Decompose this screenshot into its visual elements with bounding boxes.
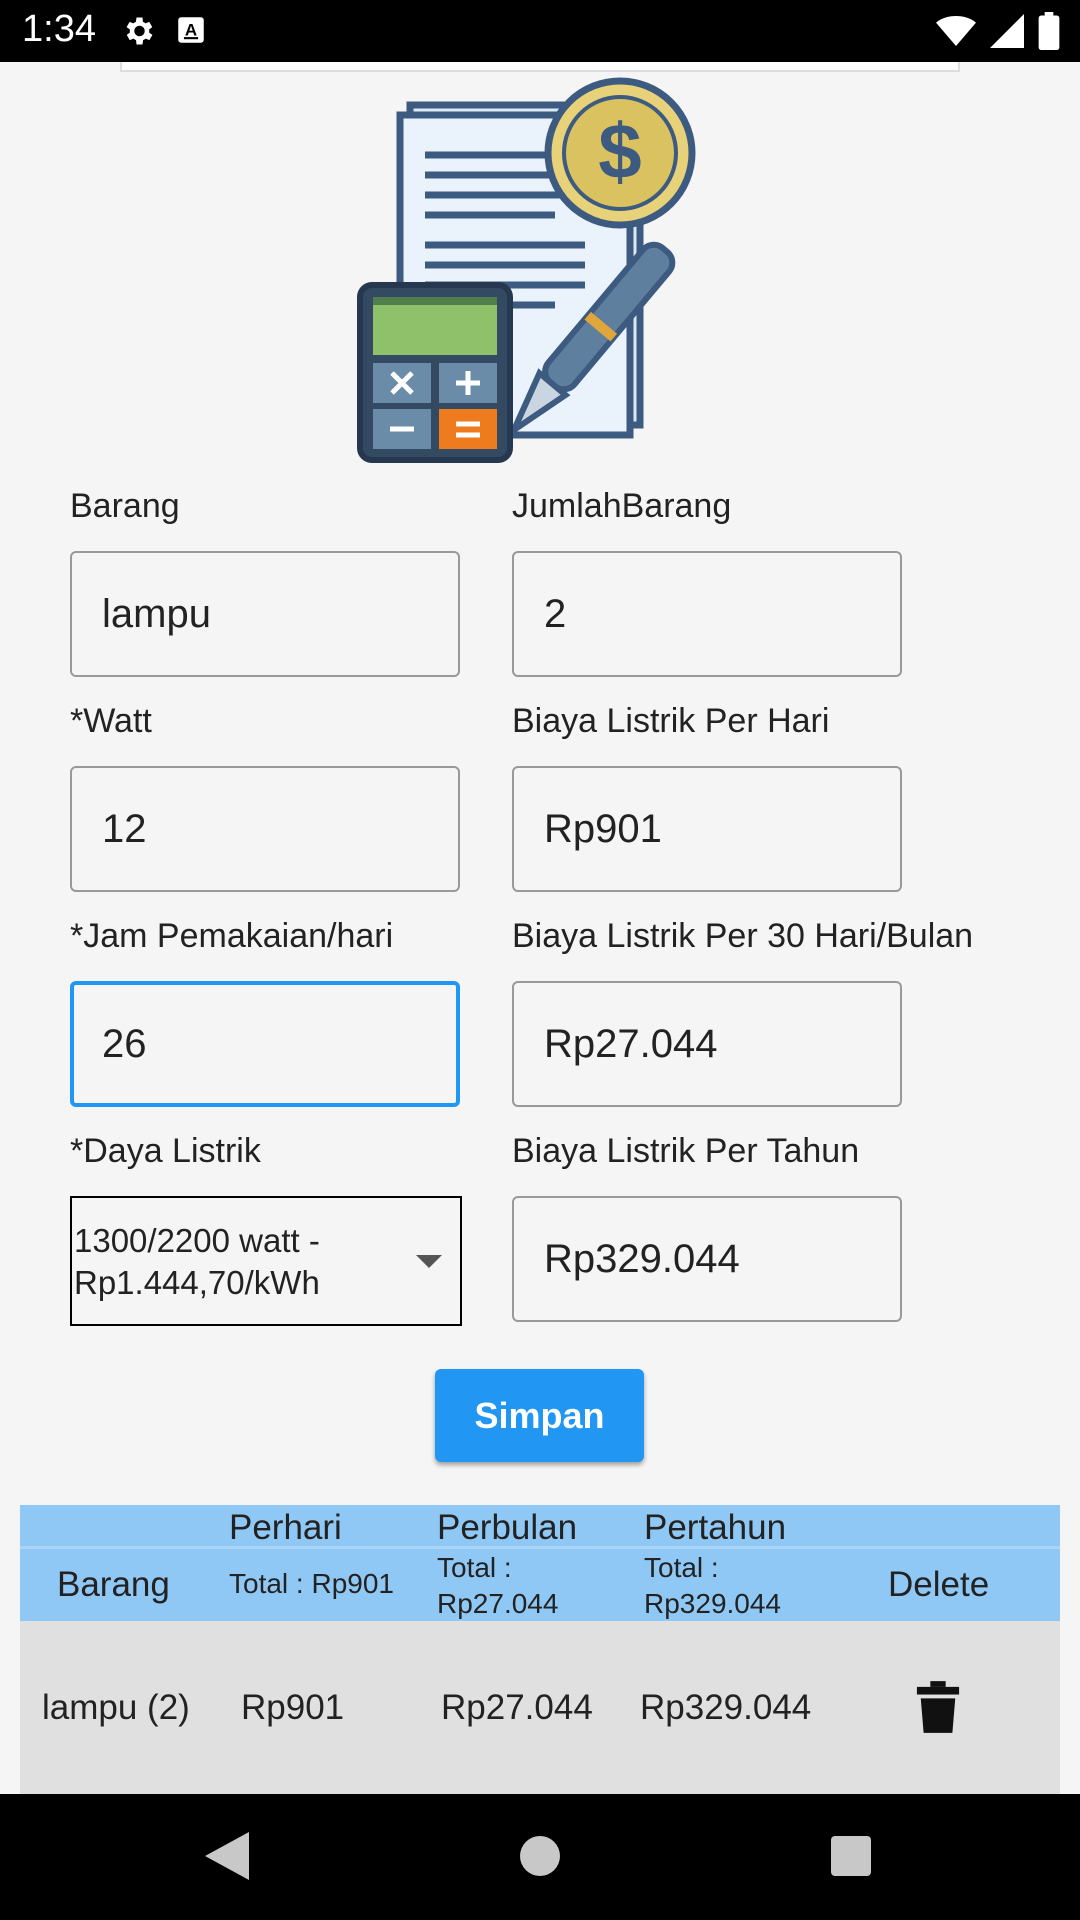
signal-icon — [990, 14, 1024, 48]
dropdown-arrow-icon — [416, 1255, 442, 1268]
navigation-bar — [0, 1794, 1080, 1920]
watt-label: *Watt — [70, 702, 152, 740]
svg-text:A: A — [185, 21, 197, 40]
biaya-per-bulan-field[interactable]: Rp27.044 — [512, 981, 902, 1107]
barang-value: lampu — [102, 592, 211, 636]
cell-barang: lampu (2) — [42, 1688, 190, 1727]
jam-pemakaian-input[interactable]: 26 — [70, 981, 460, 1107]
jumlah-barang-input[interactable]: 2 — [512, 551, 902, 677]
biaya-per-bulan-label: Biaya Listrik Per 30 Hari/Bulan — [512, 917, 974, 955]
barang-input[interactable]: lampu — [70, 551, 460, 677]
cell-perbulan: Rp27.044 — [441, 1688, 593, 1727]
jumlah-barang-value: 2 — [544, 592, 567, 636]
status-time: 1:34 — [22, 8, 96, 50]
gear-icon — [126, 17, 153, 45]
daya-listrik-selected: 1300/2200 watt - Rp1.444,70/kWh — [74, 1222, 320, 1301]
table-row: lampu (2) Rp901 Rp27.044 Rp329.044 — [20, 1621, 1060, 1794]
th-perhari-total: Total : Rp901 — [229, 1568, 394, 1599]
biaya-per-tahun-field[interactable]: Rp329.044 — [512, 1196, 902, 1322]
th-perbulan: Perbulan — [437, 1508, 578, 1547]
biaya-per-bulan-value: Rp27.044 — [544, 1022, 718, 1066]
daya-listrik-label: *Daya Listrik — [70, 1132, 261, 1170]
save-button[interactable]: Simpan — [435, 1369, 644, 1462]
status-bar: 1:34 A — [0, 0, 1080, 62]
jumlah-barang-label: JumlahBarang — [512, 487, 732, 525]
biaya-per-hari-field[interactable]: Rp901 — [512, 766, 902, 892]
home-icon[interactable] — [520, 1836, 560, 1876]
cell-pertahun: Rp329.044 — [640, 1688, 812, 1727]
bill-calculator-illustration: $ — [357, 77, 696, 463]
top-card-edge — [120, 62, 960, 72]
th-pertahun: Pertahun — [644, 1508, 787, 1547]
watt-input[interactable]: 12 — [70, 766, 460, 892]
jam-pemakaian-value: 26 — [102, 1022, 147, 1066]
svg-text:$: $ — [598, 107, 641, 195]
th-delete: Delete — [888, 1565, 990, 1604]
cell-perhari: Rp901 — [241, 1688, 345, 1727]
battery-icon — [1038, 12, 1060, 50]
barang-label: Barang — [70, 487, 180, 525]
wifi-icon — [936, 16, 976, 46]
th-pertahun-total: Total : Rp329.044 — [644, 1552, 782, 1619]
th-perhari: Perhari — [229, 1508, 342, 1547]
th-perbulan-total: Total : Rp27.044 — [437, 1552, 559, 1619]
biaya-per-hari-label: Biaya Listrik Per Hari — [512, 702, 830, 740]
table-header: Barang Perhari Total : Rp901 Perbulan To… — [20, 1505, 1060, 1621]
watt-value: 12 — [102, 807, 147, 851]
a-keyboard-icon: A — [178, 17, 204, 43]
biaya-per-tahun-label: Biaya Listrik Per Tahun — [512, 1132, 860, 1170]
biaya-per-hari-value: Rp901 — [544, 807, 662, 851]
trash-icon[interactable] — [915, 1681, 961, 1733]
recents-icon[interactable] — [831, 1836, 871, 1876]
jam-pemakaian-label: *Jam Pemakaian/hari — [70, 917, 394, 955]
biaya-per-tahun-value: Rp329.044 — [544, 1237, 740, 1281]
back-icon[interactable] — [205, 1832, 249, 1880]
th-barang: Barang — [57, 1565, 170, 1604]
daya-listrik-dropdown[interactable]: 1300/2200 watt - Rp1.444,70/kWh — [70, 1196, 462, 1326]
